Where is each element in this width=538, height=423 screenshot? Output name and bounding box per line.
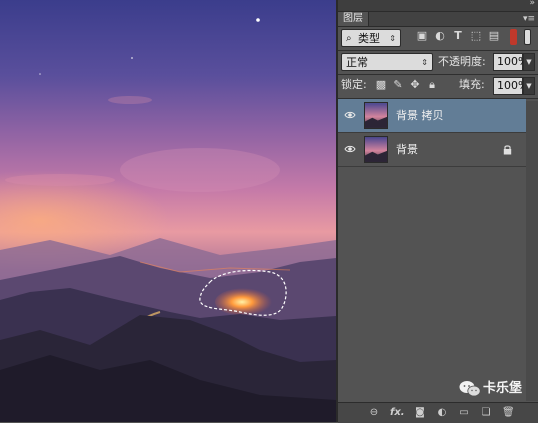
group-icon[interactable]: ▭ xyxy=(458,407,470,419)
layer-thumbnail xyxy=(364,102,388,129)
filter-toggle-switch[interactable] xyxy=(524,29,531,45)
opacity-input[interactable]: 100% xyxy=(493,53,528,71)
layer-thumbnail xyxy=(364,136,388,163)
pixel-filter-icon[interactable]: ▣ xyxy=(416,30,428,42)
lock-all-icon[interactable]: 🔒︎ xyxy=(426,79,438,91)
lock-icon xyxy=(503,145,512,155)
layers-panel: » 图层 ▾≡ ⌕ 类型 ⇕ ▣ ◐ T ⬚ ▤ 正常 ⇕ 不透明度: 100%… xyxy=(338,0,538,423)
fill-label: 填充: xyxy=(459,78,485,91)
wechat-logo-icon xyxy=(459,381,481,397)
separator xyxy=(338,74,538,75)
filter-type-label: 类型 xyxy=(358,32,380,45)
panel-menu-icon[interactable]: ▾≡ xyxy=(523,12,535,26)
panel-bottom-bar: ⊖ fx. ◙ ◐ ▭ ❏ 🗑︎ xyxy=(338,402,538,423)
watermark-text: 卡乐堡 xyxy=(483,381,523,396)
search-icon: ⌕ xyxy=(346,33,352,44)
blend-mode-dropdown[interactable]: 正常 ⇕ xyxy=(341,53,433,71)
filter-type-dropdown[interactable]: ⌕ 类型 ⇕ xyxy=(341,29,401,47)
layer-row-background[interactable]: 背景 xyxy=(338,133,526,167)
panel-tab-row: 图层 ▾≡ xyxy=(338,12,538,27)
separator xyxy=(338,50,538,51)
lock-row: 锁定: ▩ ✎ ✥ 🔒︎ 填充: 100% ▼ xyxy=(338,76,538,98)
layers-list: 背景 拷贝 背景 xyxy=(338,99,538,401)
visibility-eye-icon[interactable] xyxy=(344,143,356,155)
adjustment-icon[interactable]: ◐ xyxy=(436,407,448,419)
type-filter-icon[interactable]: T xyxy=(452,30,464,42)
visibility-eye-icon[interactable] xyxy=(344,109,356,121)
panel-top-strip: » xyxy=(338,0,538,12)
stepper-arrows-icon: ⇕ xyxy=(421,58,428,67)
layers-scrollbar[interactable] xyxy=(526,101,538,401)
opacity-dropdown-button[interactable]: ▼ xyxy=(523,53,535,71)
new-layer-icon[interactable]: ❏ xyxy=(480,407,492,419)
shape-filter-icon[interactable]: ⬚ xyxy=(470,30,482,42)
layer-row-background-copy[interactable]: 背景 拷贝 xyxy=(338,99,526,133)
fx-icon[interactable]: fx. xyxy=(390,407,405,419)
lock-transparent-pixels-icon[interactable]: ▩ xyxy=(375,79,387,91)
landscape-photo xyxy=(0,0,336,422)
tab-layers[interactable]: 图层 xyxy=(338,12,369,26)
filter-row: ⌕ 类型 ⇕ ▣ ◐ T ⬚ ▤ xyxy=(338,27,538,49)
lock-image-pixels-icon[interactable]: ✎ xyxy=(392,79,404,91)
fill-dropdown-button[interactable]: ▼ xyxy=(523,77,535,95)
layer-name[interactable]: 背景 xyxy=(396,133,418,167)
mask-icon[interactable]: ◙ xyxy=(414,407,426,419)
collapse-arrows-icon[interactable]: » xyxy=(529,0,535,9)
link-icon[interactable]: ⊖ xyxy=(368,407,380,419)
opacity-label: 不透明度: xyxy=(438,55,486,68)
stepper-arrows-icon: ⇕ xyxy=(389,34,396,43)
fill-input[interactable]: 100% xyxy=(493,77,528,95)
document-canvas[interactable] xyxy=(0,0,336,422)
adjustment-filter-icon[interactable]: ◐ xyxy=(434,30,446,42)
filter-toggle-swatch[interactable] xyxy=(510,29,517,45)
blend-mode-value: 正常 xyxy=(346,56,368,69)
lock-label: 锁定: xyxy=(341,78,367,91)
trash-icon[interactable]: 🗑︎ xyxy=(502,407,515,419)
lock-position-icon[interactable]: ✥ xyxy=(409,79,421,91)
smart-object-filter-icon[interactable]: ▤ xyxy=(488,30,500,42)
layer-name[interactable]: 背景 拷贝 xyxy=(396,99,444,133)
blend-row: 正常 ⇕ 不透明度: 100% ▼ xyxy=(338,52,538,74)
